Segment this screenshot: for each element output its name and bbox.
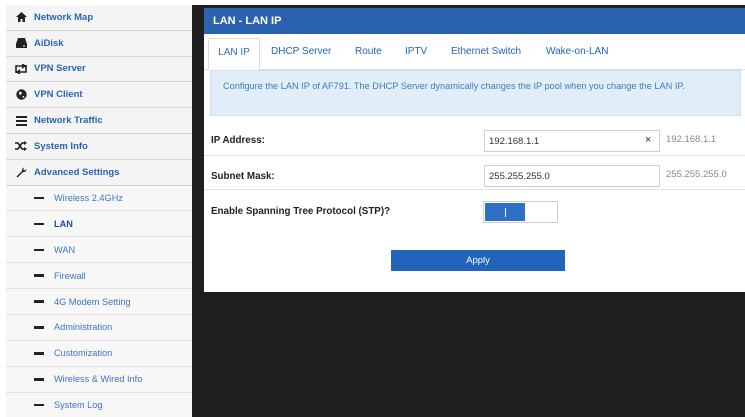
sidebar-item-vpn-client[interactable]: VPN Client bbox=[6, 82, 192, 109]
sidebar-subitem-wan[interactable]: WAN bbox=[6, 237, 192, 264]
sidebar-subitem-label: LAN bbox=[54, 218, 73, 229]
sidebar-item-aidisk[interactable]: AiDisk bbox=[6, 30, 192, 57]
ip-address-row: IP Address: 192.168.1.1 × 192.168.1.1 bbox=[204, 125, 745, 156]
shuffle-icon bbox=[14, 140, 28, 152]
disk-icon bbox=[14, 37, 28, 49]
sidebar-item-label: Network Traffic bbox=[34, 115, 103, 127]
stp-toggle-on bbox=[485, 203, 525, 221]
info-notice: Configure the LAN IP of AF791. The DHCP … bbox=[210, 70, 741, 116]
sidebar-subitem-label: Firewall bbox=[54, 270, 86, 281]
subnet-mask-row: Subnet Mask: 255.255.255.0 255.255.255.0 bbox=[204, 159, 745, 190]
sidebar-subitem-label: Administration bbox=[54, 322, 113, 333]
sidebar-item-label: Network Map bbox=[34, 11, 94, 23]
sidebar-subitem-label: 4G Modem Setting bbox=[54, 296, 131, 307]
toggle-bar-icon bbox=[505, 208, 506, 217]
dash-icon bbox=[34, 378, 44, 381]
sidebar-item-label: VPN Client bbox=[34, 89, 83, 101]
vpn-server-icon bbox=[14, 63, 28, 75]
home-icon bbox=[14, 11, 28, 23]
sidebar-subitem-firewall[interactable]: Firewall bbox=[6, 263, 192, 290]
dash-icon bbox=[34, 326, 44, 329]
traffic-icon bbox=[14, 115, 28, 127]
sidebar-item-label: AiDisk bbox=[34, 37, 64, 49]
sidebar-item-network-traffic[interactable]: Network Traffic bbox=[6, 108, 192, 134]
lan-settings-panel: LAN - LAN IP LAN IP DHCP Server Route IP… bbox=[204, 8, 745, 292]
sidebar-subitem-label: Wireless & Wired Info bbox=[54, 374, 143, 385]
tab-dhcp-server[interactable]: DHCP Server bbox=[271, 46, 331, 57]
sidebar-subitem-customization[interactable]: Customization bbox=[6, 340, 192, 367]
subnet-mask-input[interactable]: 255.255.255.0 bbox=[484, 165, 660, 187]
sidebar-subitem-wireless-wired-info[interactable]: Wireless & Wired Info bbox=[6, 366, 192, 393]
ip-address-input[interactable]: 192.168.1.1 bbox=[484, 130, 660, 152]
sidebar-subitem-label: Customization bbox=[54, 348, 113, 359]
tab-iptv[interactable]: IPTV bbox=[405, 46, 427, 57]
tab-lan-ip[interactable]: LAN IP bbox=[208, 38, 260, 70]
sidebar-subitem-label: Wireless 2.4GHz bbox=[54, 193, 123, 204]
wrench-icon bbox=[14, 166, 28, 178]
subnet-mask-label: Subnet Mask: bbox=[211, 171, 275, 182]
tab-route[interactable]: Route bbox=[355, 46, 382, 57]
sidebar-item-label: System Info bbox=[34, 140, 88, 152]
sidebar-subitem-system-log[interactable]: System Log bbox=[6, 392, 192, 417]
stp-label: Enable Spanning Tree Protocol (STP)? bbox=[211, 206, 391, 217]
ip-address-label: IP Address: bbox=[211, 135, 265, 146]
sidebar-subitem-lan[interactable]: LAN bbox=[6, 211, 192, 238]
sidebar-item-advanced-settings[interactable]: Advanced Settings bbox=[6, 159, 192, 186]
tab-bar: LAN IP DHCP Server Route IPTV Ethernet S… bbox=[204, 34, 745, 70]
dash-icon bbox=[34, 403, 44, 407]
sidebar-item-label: Advanced Settings bbox=[34, 166, 120, 178]
apply-button[interactable]: Apply bbox=[391, 250, 565, 271]
dash-icon bbox=[34, 274, 44, 277]
dash-icon bbox=[34, 300, 44, 303]
tab-wake-on-lan[interactable]: Wake-on-LAN bbox=[546, 46, 608, 57]
page-title: LAN - LAN IP bbox=[204, 8, 745, 34]
dash-icon bbox=[34, 248, 44, 252]
tab-ethernet-switch[interactable]: Ethernet Switch bbox=[451, 46, 521, 57]
sidebar-subitem-administration[interactable]: Administration bbox=[6, 315, 192, 341]
sidebar-item-label: VPN Server bbox=[34, 63, 86, 75]
dash-icon bbox=[34, 222, 44, 226]
ip-address-default-hint: 192.168.1.1 bbox=[666, 134, 717, 145]
dash-icon bbox=[34, 352, 44, 355]
subnet-mask-default-hint: 255.255.255.0 bbox=[666, 169, 727, 180]
sidebar-item-vpn-server[interactable]: VPN Server bbox=[6, 56, 192, 83]
sidebar-subitem-label: WAN bbox=[54, 244, 76, 255]
globe-icon bbox=[14, 89, 28, 101]
sidebar-item-system-info[interactable]: System Info bbox=[6, 133, 192, 160]
clear-icon[interactable]: × bbox=[645, 134, 651, 146]
sidebar-subitem-label: System Log bbox=[54, 400, 103, 411]
dash-icon bbox=[34, 196, 44, 200]
sidebar-subitem-wireless-24ghz[interactable]: Wireless 2.4GHz bbox=[6, 185, 192, 212]
sidebar-item-network-map[interactable]: Network Map bbox=[6, 5, 192, 31]
stp-toggle[interactable] bbox=[483, 201, 558, 223]
sidebar-subitem-4g-modem[interactable]: 4G Modem Setting bbox=[6, 289, 192, 316]
sidebar: Network Map AiDisk VPN Server VPN Client… bbox=[6, 5, 192, 417]
